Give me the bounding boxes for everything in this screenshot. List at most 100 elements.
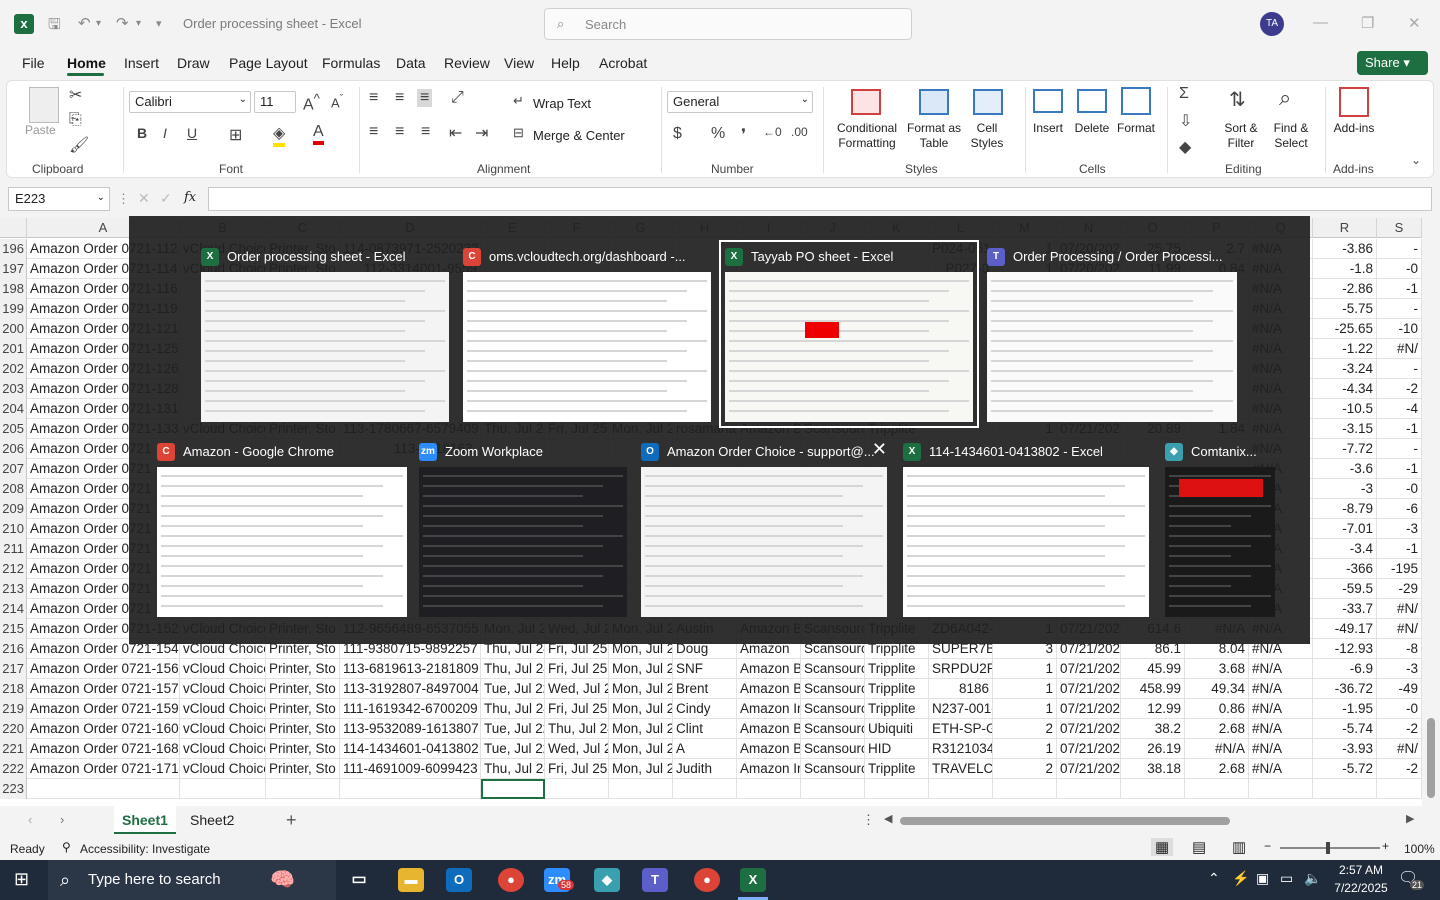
row-header[interactable]: 200 <box>0 319 27 339</box>
font-size-dropdown[interactable]: 11 <box>254 91 296 113</box>
switcher-window[interactable]: 114-1434601-0413802 - Excel X <box>903 441 1149 617</box>
cell[interactable]: -1 <box>1377 459 1422 479</box>
row-header[interactable]: 204 <box>0 399 27 419</box>
cut-icon[interactable]: ✂ <box>69 85 82 105</box>
row-header[interactable]: 196 <box>0 239 27 259</box>
cell[interactable] <box>865 779 929 799</box>
merge-center-button[interactable]: Merge & Center <box>533 128 625 143</box>
normal-view-icon[interactable]: ▦ <box>1151 838 1174 856</box>
addins-icon[interactable] <box>1339 87 1369 117</box>
cell[interactable]: Amazon Order 0721-159 <box>27 699 180 719</box>
more-options-icon[interactable]: ⋮ <box>862 812 875 828</box>
row-header[interactable]: 197 <box>0 259 27 279</box>
cell[interactable]: -33.7 <box>1313 599 1377 619</box>
cell[interactable]: -6.9 <box>1313 659 1377 679</box>
cell[interactable]: 111-4691009-6099423 <box>340 759 481 779</box>
cell[interactable]: Cindy <box>673 699 737 719</box>
save-icon[interactable]: 🖫 <box>48 14 61 39</box>
cell[interactable]: R31210349 <box>929 739 993 759</box>
font-name-dropdown[interactable]: Calibri ⌄ <box>129 91 251 113</box>
cell[interactable]: Thu, Jul 24 <box>481 699 545 719</box>
tab-formulas[interactable]: Formulas <box>322 55 380 71</box>
windows-start-icon[interactable]: ⊞ <box>14 869 29 890</box>
cell[interactable]: Scansourc <box>801 719 865 739</box>
cell[interactable] <box>673 779 737 799</box>
cell[interactable] <box>340 779 481 799</box>
cell[interactable]: SNF <box>673 659 737 679</box>
cell[interactable]: -2 <box>1377 759 1422 779</box>
delete-button[interactable]: Delete <box>1071 121 1113 136</box>
tab-draw[interactable]: Draw <box>177 55 210 71</box>
cell[interactable]: #N/ <box>1377 739 1422 759</box>
row-header[interactable]: 209 <box>0 499 27 519</box>
cell[interactable]: Amazon B <box>737 659 801 679</box>
tab-help[interactable]: Help <box>551 55 580 71</box>
chrome-icon[interactable]: ● <box>498 868 524 892</box>
cell[interactable]: 113-9532089-1613807 <box>340 719 481 739</box>
cell[interactable]: vCloud Choice <box>180 679 266 699</box>
insert-cells-icon[interactable] <box>1033 89 1063 113</box>
cell[interactable]: #N/ <box>1377 599 1422 619</box>
cell[interactable]: -1 <box>1377 279 1422 299</box>
cell[interactable]: Wed, Jul 2 <box>545 739 609 759</box>
row-header[interactable]: 212 <box>0 559 27 579</box>
cell[interactable]: -12.93 <box>1313 639 1377 659</box>
row-header[interactable]: 223 <box>0 779 27 799</box>
formula-input[interactable] <box>208 187 1432 211</box>
fill-icon[interactable]: ⇩ <box>1179 111 1192 131</box>
cell[interactable]: Tripplite <box>865 679 929 699</box>
sheet-tab-sheet1[interactable]: Sheet1 <box>114 806 176 834</box>
cell[interactable]: 45.99 <box>1121 659 1185 679</box>
row-header[interactable]: 206 <box>0 439 27 459</box>
cell[interactable]: Amazon Order 0721-160 <box>27 719 180 739</box>
row-header[interactable]: 220 <box>0 719 27 739</box>
cell[interactable]: -1.22 <box>1313 339 1377 359</box>
more-options-icon[interactable]: ⋮ <box>117 191 130 207</box>
row-header[interactable]: 199 <box>0 299 27 319</box>
cell[interactable]: Scansourc <box>801 739 865 759</box>
cell[interactable] <box>801 779 865 799</box>
switcher-window[interactable]: Amazon - Google Chrome C <box>157 441 407 617</box>
autosum-icon[interactable]: Σ <box>1179 85 1189 103</box>
increase-decimal-icon[interactable]: ←0 <box>763 125 782 139</box>
cell[interactable]: Mon, Jul 2 <box>609 679 673 699</box>
cell[interactable] <box>1121 779 1185 799</box>
align-right-icon[interactable]: ≡ <box>421 123 430 141</box>
cell[interactable]: -1.95 <box>1313 699 1377 719</box>
cell[interactable]: Tripplite <box>865 759 929 779</box>
underline-icon[interactable]: U <box>187 125 197 141</box>
cell[interactable]: Amazon B <box>737 739 801 759</box>
row-header[interactable]: 201 <box>0 339 27 359</box>
cell[interactable]: Amazon B <box>737 679 801 699</box>
cell[interactable] <box>27 779 180 799</box>
row-header[interactable]: 218 <box>0 679 27 699</box>
cell[interactable]: Fri, Jul 25, <box>545 699 609 719</box>
decrease-decimal-icon[interactable]: .00 <box>791 125 808 139</box>
cell[interactable]: 07/21/202 <box>1057 659 1121 679</box>
page-break-view-icon[interactable]: ▥ <box>1232 838 1246 856</box>
cell[interactable]: Scansourc <box>801 659 865 679</box>
cell[interactable]: 1 <box>993 659 1057 679</box>
accessibility-status[interactable]: Accessibility: Investigate <box>80 842 210 856</box>
italic-icon[interactable]: I <box>163 125 167 141</box>
cell[interactable]: -5.75 <box>1313 299 1377 319</box>
cell[interactable]: -36.72 <box>1313 679 1377 699</box>
cell[interactable]: -7.72 <box>1313 439 1377 459</box>
cell[interactable]: Printer, Sto <box>266 759 340 779</box>
cell[interactable]: -10.5 <box>1313 399 1377 419</box>
undo-dropdown-icon[interactable]: ▾ <box>96 18 101 29</box>
currency-icon[interactable]: $ <box>673 125 682 143</box>
cell[interactable]: 8186 <box>929 679 993 699</box>
cell[interactable] <box>1057 779 1121 799</box>
cell[interactable]: -1 <box>1377 539 1422 559</box>
cell[interactable]: Amazon Order 0721-156 <box>27 659 180 679</box>
cell[interactable]: Printer, Sto <box>266 719 340 739</box>
horizontal-scroll-thumb[interactable] <box>900 817 1230 825</box>
cell[interactable]: 2 <box>993 719 1057 739</box>
cell[interactable]: 113-3192807-8497004 <box>340 679 481 699</box>
decrease-indent-icon[interactable]: ⇤ <box>449 123 462 143</box>
cell[interactable]: 2.68 <box>1185 719 1249 739</box>
align-top-icon[interactable]: ≡ <box>369 89 378 107</box>
cell[interactable]: vCloud Choice <box>180 719 266 739</box>
cell[interactable]: Mon, Jul 2 <box>609 699 673 719</box>
